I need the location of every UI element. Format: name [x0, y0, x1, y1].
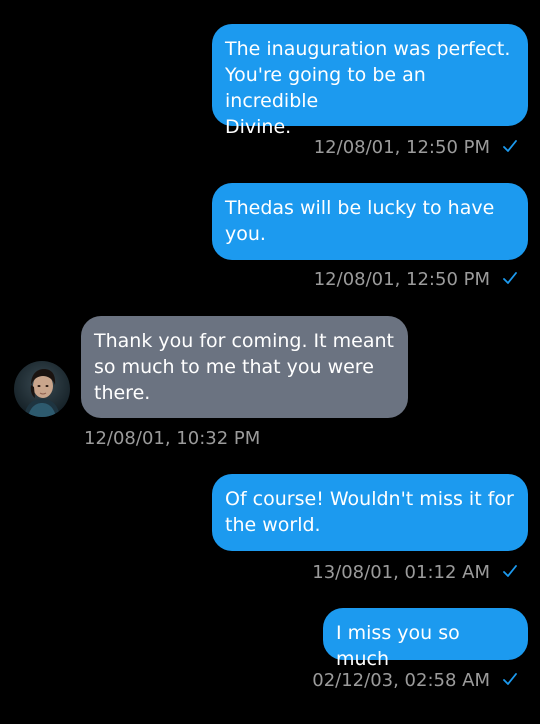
message-bubble-sent[interactable]: Of course! Wouldn't miss it for the worl…	[212, 474, 528, 551]
avatar-portrait-icon	[14, 361, 70, 417]
timestamp-text: 13/08/01, 01:12 AM	[312, 562, 490, 583]
check-icon	[503, 272, 517, 284]
message-bubble-sent[interactable]: I miss you so much	[323, 608, 528, 670]
check-icon	[503, 565, 517, 577]
timestamp-text: 12/08/01, 10:32 PM	[84, 428, 261, 449]
message-timestamp: 12/08/01, 10:32 PM	[84, 428, 260, 450]
contact-avatar[interactable]	[14, 361, 70, 417]
message-timestamp: 12/08/01, 12:50 PM	[314, 137, 518, 159]
timestamp-text: 12/08/01, 12:50 PM	[313, 137, 490, 158]
message-bubble-sent[interactable]: The inauguration was perfect. You're goi…	[212, 24, 528, 138]
message-timestamp: 13/08/01, 01:12 AM	[312, 562, 518, 584]
message-bubble-sent[interactable]: Thedas will be lucky to have you.	[212, 183, 528, 260]
message-timestamp: 02/12/03, 02:58 AM	[312, 670, 518, 692]
timestamp-text: 12/08/01, 12:50 PM	[313, 269, 490, 290]
message-timestamp: 12/08/01, 12:50 PM	[314, 269, 518, 291]
timestamp-text: 02/12/03, 02:58 AM	[312, 670, 490, 691]
check-icon	[503, 673, 517, 685]
message-bubble-received[interactable]: Thank you for coming. It meant so much t…	[81, 316, 408, 418]
check-icon	[503, 140, 517, 152]
